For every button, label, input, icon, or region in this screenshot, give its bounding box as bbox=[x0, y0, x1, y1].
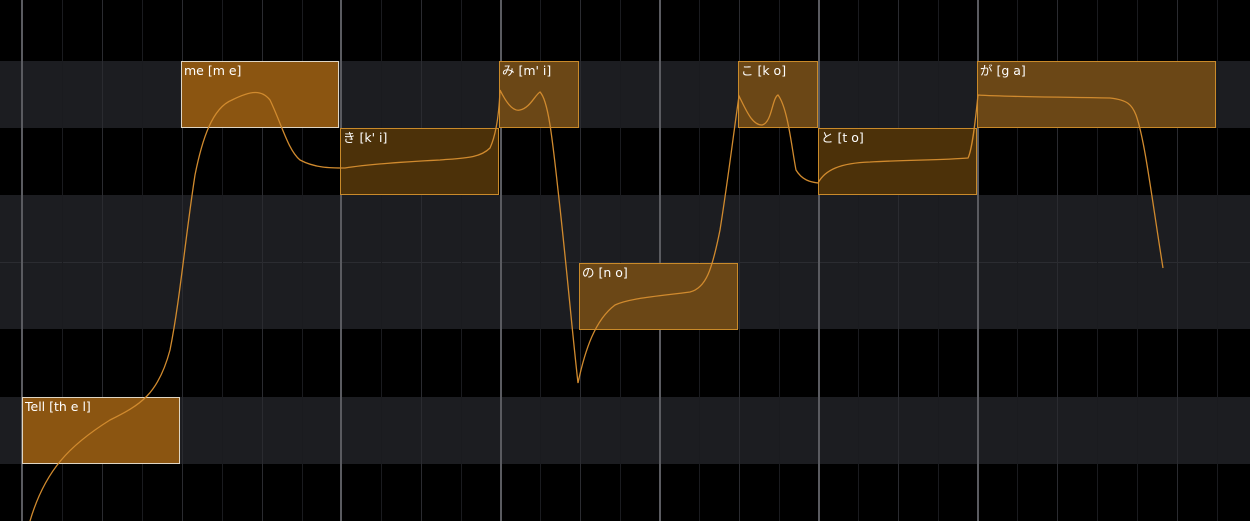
note-lyric-label: me [m e] bbox=[184, 63, 242, 78]
note-lyric-label: き [k' i] bbox=[343, 130, 388, 145]
note-block[interactable]: Tell [th e l] bbox=[22, 397, 180, 464]
note-lyric-label: み [m' i] bbox=[502, 63, 552, 78]
note-lyric-label: の [n o] bbox=[582, 265, 628, 280]
pitch-row bbox=[0, 397, 1250, 464]
pitch-row bbox=[0, 0, 1250, 61]
note-lyric-label: が [g a] bbox=[980, 63, 1026, 78]
grid-line bbox=[421, 0, 422, 521]
note-block[interactable]: の [n o] bbox=[579, 263, 738, 330]
piano-roll-canvas[interactable]: Tell [th e l] me [m e] き [k' i] み [m' i]… bbox=[0, 0, 1250, 521]
note-block[interactable]: me [m e] bbox=[181, 61, 339, 128]
grid-line bbox=[620, 0, 621, 521]
bar-line bbox=[340, 0, 342, 521]
note-block[interactable]: が [g a] bbox=[977, 61, 1216, 128]
grid-line bbox=[580, 0, 581, 521]
note-lyric-label: と [t o] bbox=[821, 130, 864, 145]
note-block[interactable]: こ [k o] bbox=[738, 61, 818, 128]
grid-line bbox=[1217, 0, 1218, 521]
note-block[interactable]: と [t o] bbox=[818, 128, 977, 195]
grid-line bbox=[381, 0, 382, 521]
note-block[interactable]: み [m' i] bbox=[499, 61, 579, 128]
bar-line bbox=[659, 0, 661, 521]
grid-line bbox=[858, 0, 859, 521]
note-lyric-label: Tell [th e l] bbox=[25, 399, 91, 414]
pitch-row bbox=[0, 464, 1250, 521]
grid-line bbox=[898, 0, 899, 521]
pitch-row bbox=[0, 329, 1250, 397]
bar-line bbox=[818, 0, 820, 521]
grid-line bbox=[699, 0, 700, 521]
note-block[interactable]: き [k' i] bbox=[340, 128, 499, 195]
pitch-row bbox=[0, 128, 1250, 195]
grid-line bbox=[938, 0, 939, 521]
grid-line bbox=[461, 0, 462, 521]
note-lyric-label: こ [k o] bbox=[741, 63, 787, 78]
pitch-row bbox=[0, 195, 1250, 262]
